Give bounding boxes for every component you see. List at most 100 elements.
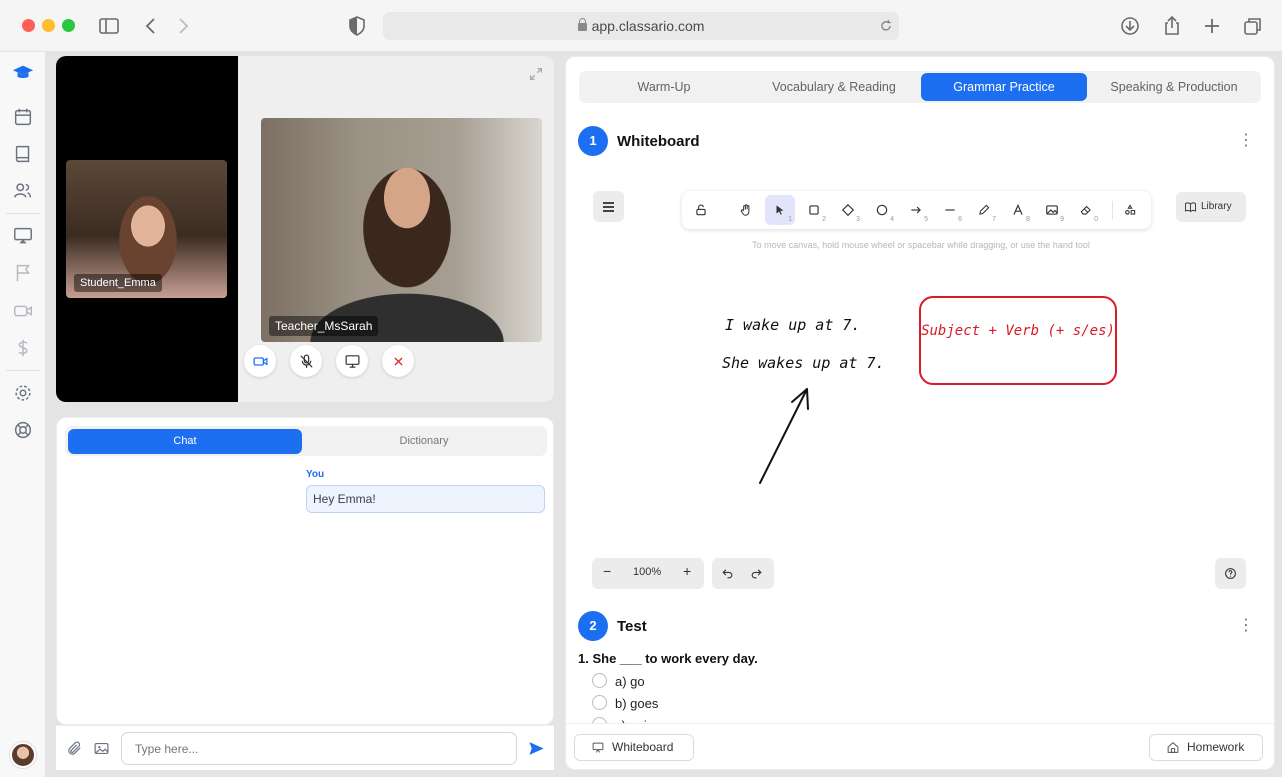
user-avatar[interactable] (10, 742, 36, 768)
whiteboard-arrow-drawing[interactable] (746, 379, 816, 489)
library-button[interactable]: Library (1176, 192, 1246, 222)
book-icon[interactable] (12, 143, 34, 165)
tab-chat[interactable]: Chat (68, 429, 302, 454)
radio-button[interactable] (592, 673, 607, 689)
whiteboard-rule-note[interactable]: Subject + Verb (+ s/es) (919, 296, 1117, 385)
undo-icon[interactable] (721, 567, 734, 580)
tab-vocabulary-reading[interactable]: Vocabulary & Reading (751, 73, 917, 101)
screen-share-button[interactable] (336, 345, 368, 377)
open-book-icon (1185, 202, 1196, 213)
close-icon (393, 356, 403, 366)
dollar-icon[interactable] (12, 337, 34, 359)
tab-speaking-production[interactable]: Speaking & Production (1091, 73, 1257, 101)
section-number: 2 (578, 611, 608, 641)
shortcut-label: 3 (856, 216, 860, 223)
redo-icon[interactable] (750, 567, 763, 580)
answer-option[interactable]: b) goes (592, 695, 658, 712)
send-icon[interactable] (527, 739, 546, 758)
home-icon (1167, 741, 1179, 753)
attachment-icon[interactable] (66, 740, 83, 757)
zoom-out-button[interactable]: − (603, 563, 611, 579)
graduation-cap-logo-icon[interactable] (12, 62, 34, 84)
rectangle-tool-button[interactable]: 2 (799, 195, 829, 225)
image-icon[interactable] (93, 740, 110, 757)
ellipse-tool-button[interactable]: 4 (867, 195, 897, 225)
settings-icon[interactable] (12, 382, 34, 404)
maximize-window-button[interactable] (62, 19, 75, 32)
lesson-footer: Whiteboard Homework (566, 723, 1274, 769)
download-icon[interactable] (1118, 14, 1142, 38)
more-options-icon[interactable]: ⋮ (1238, 618, 1254, 634)
help-lifebuoy-icon[interactable] (12, 419, 34, 441)
help-button[interactable] (1215, 558, 1246, 589)
new-tab-icon[interactable] (1200, 14, 1224, 38)
zoom-controls: − 100% + (592, 558, 704, 589)
lock-tool-button[interactable] (686, 195, 716, 225)
address-bar[interactable]: app.classario.com (383, 12, 899, 40)
whiteboard-menu-button[interactable] (593, 191, 624, 222)
shield-icon[interactable] (345, 14, 369, 38)
draw-tool-button[interactable]: 7 (969, 195, 999, 225)
eraser-icon (1080, 205, 1091, 215)
whiteboard-text-line-2[interactable]: She wakes up at 7. (722, 354, 885, 372)
image-icon (1046, 205, 1058, 215)
shortcut-label: 6 (958, 216, 962, 223)
monitor-icon (345, 354, 359, 368)
mute-toggle-button[interactable] (290, 345, 322, 377)
hand-tool-button[interactable] (731, 195, 761, 225)
forward-icon[interactable] (171, 14, 195, 38)
calendar-icon[interactable] (12, 106, 34, 128)
screen-cast-icon[interactable] (12, 225, 34, 247)
text-tool-button[interactable]: 8 (1003, 195, 1033, 225)
reload-icon[interactable] (879, 19, 893, 33)
answer-option[interactable]: a) go (592, 673, 645, 690)
select-tool-button[interactable]: 1 (765, 195, 795, 225)
minimize-window-button[interactable] (42, 19, 55, 32)
eraser-tool-button[interactable]: 0 (1071, 195, 1101, 225)
arrow-tool-button[interactable]: 5 (901, 195, 931, 225)
video-call-panel: Student_Emma Teacher_MsSarah (56, 56, 554, 402)
homework-button[interactable]: Homework (1149, 734, 1263, 761)
whiteboard-button[interactable]: Whiteboard (574, 734, 694, 761)
canvas-hint: To move canvas, hold mouse wheel or spac… (752, 240, 1090, 250)
section-number: 1 (578, 126, 608, 156)
back-icon[interactable] (139, 14, 163, 38)
flag-icon[interactable] (12, 262, 34, 284)
option-label: a) go (615, 674, 645, 689)
whiteboard-button-label: Whiteboard (612, 740, 674, 754)
tab-overview-icon[interactable] (1241, 14, 1265, 38)
tab-grammar-practice[interactable]: Grammar Practice (921, 73, 1087, 101)
line-icon (945, 209, 955, 211)
image-tool-button[interactable]: 9 (1037, 195, 1067, 225)
teacher-video-tile[interactable]: Teacher_MsSarah (261, 118, 542, 342)
shortcut-label: 7 (992, 216, 996, 223)
zoom-level[interactable]: 100% (633, 566, 661, 578)
video-icon[interactable] (12, 300, 34, 322)
sidebar-toggle-icon[interactable] (97, 14, 121, 38)
mic-off-icon (299, 354, 313, 368)
student-video-tile[interactable]: Student_Emma (66, 160, 227, 298)
pencil-icon (979, 204, 990, 215)
text-icon (1013, 203, 1023, 215)
users-icon[interactable] (12, 180, 34, 202)
cursor-icon (776, 205, 784, 215)
more-shapes-tool-button[interactable] (1115, 195, 1145, 225)
camera-toggle-button[interactable] (244, 345, 276, 377)
zoom-in-button[interactable]: + (683, 563, 691, 579)
browser-toolbar: app.classario.com (0, 0, 1282, 52)
share-icon[interactable] (1160, 14, 1184, 38)
whiteboard-text-line-1[interactable]: I wake up at 7. (725, 316, 860, 334)
close-window-button[interactable] (22, 19, 35, 32)
library-label: Library (1201, 201, 1232, 212)
tab-warm-up[interactable]: Warm-Up (581, 73, 747, 101)
diamond-tool-button[interactable]: 3 (833, 195, 863, 225)
expand-icon[interactable] (528, 66, 544, 82)
radio-button[interactable] (592, 695, 607, 711)
question-text: 1. She ___ to work every day. (578, 651, 758, 666)
line-tool-button[interactable]: 6 (935, 195, 965, 225)
end-call-button[interactable] (382, 345, 414, 377)
shortcut-label: 5 (924, 216, 928, 223)
tab-dictionary[interactable]: Dictionary (303, 429, 545, 454)
more-options-icon[interactable]: ⋮ (1238, 133, 1254, 149)
chat-message-input[interactable] (121, 732, 517, 765)
